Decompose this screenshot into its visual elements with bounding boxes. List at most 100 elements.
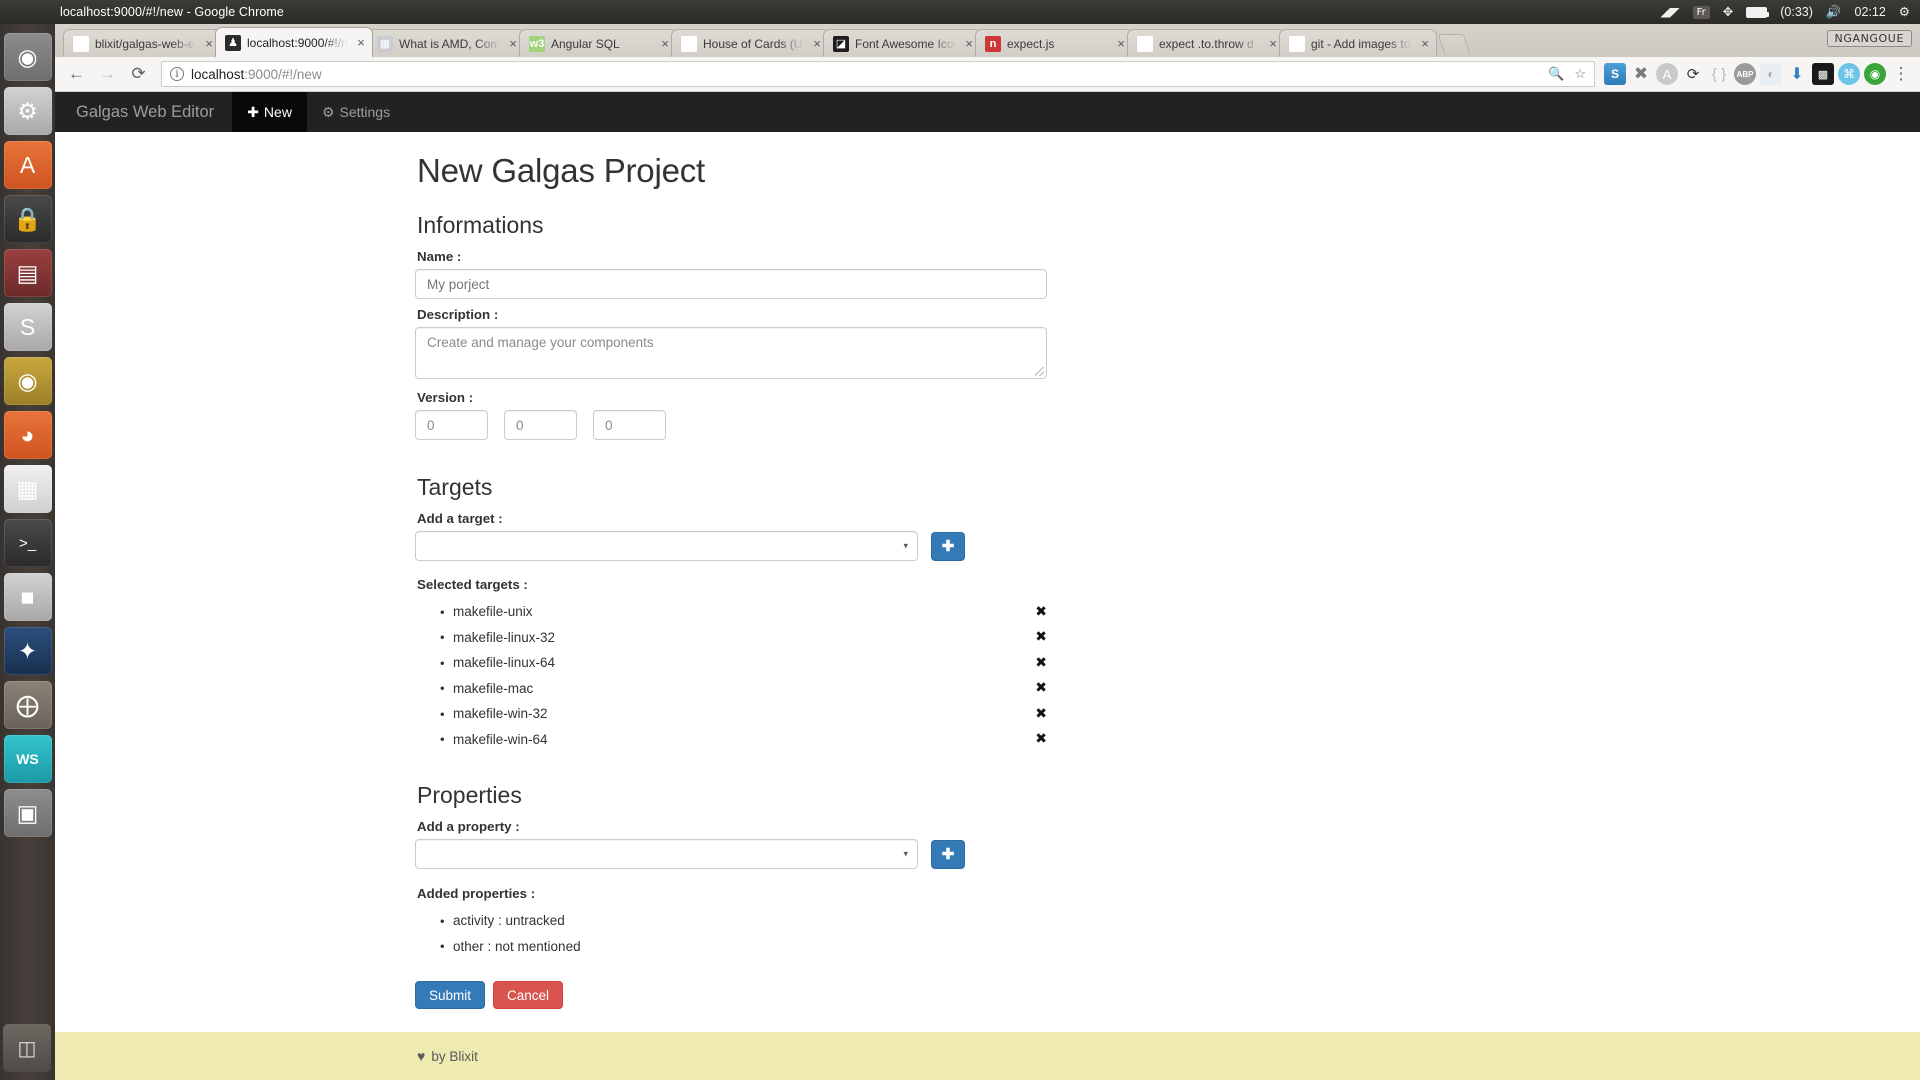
keyboard-layout-indicator[interactable]: Fr [1692,5,1710,19]
remove-target-icon[interactable]: ✖ [1035,706,1047,722]
stylish-extension-icon[interactable]: S [1604,63,1626,85]
gear-icon[interactable]: ⚙ [1899,6,1910,19]
version-patch-input[interactable]: 0 [593,410,666,440]
close-icon[interactable]: × [202,36,216,51]
remove-target-icon[interactable]: ✖ [1035,731,1047,747]
close-icon[interactable]: × [1266,36,1280,51]
browser-tab[interactable]: ◉ House of Cards (US × [671,29,829,57]
tab-title: expect .to.throw d [1159,36,1254,51]
ghostery-extension-icon[interactable]: ◐ [1760,63,1782,85]
clock-label[interactable]: 02:12 [1855,5,1886,19]
close-icon[interactable]: × [354,35,368,50]
address-bar[interactable]: i localhost:9000/#!/new 🔍 ☆ [161,61,1595,87]
octotree-extension-icon[interactable]: ◉ [1864,63,1886,85]
window-user-badge: NGANGOUE [1826,30,1912,47]
system-settings-icon[interactable]: ⚙ [3,87,52,135]
localhost-icon: ♟ [225,34,241,51]
name-label: Name : [417,249,462,264]
play-icon: ◉ [681,35,697,52]
firefox-icon[interactable]: ◕ [3,411,52,459]
browser-tab-active[interactable]: ♟ localhost:9000/#!/n × [215,27,373,57]
close-icon[interactable]: × [1418,36,1432,51]
footer-content: ♥ by Blixit [415,1048,1560,1064]
nav-item-new[interactable]: ✚ New [232,92,307,132]
reload-icon[interactable]: ⟳ [125,61,152,88]
add-property-button[interactable]: ✚ [931,839,965,869]
image-viewer-icon[interactable]: ▦ [3,465,52,513]
web-page: Galgas Web Editor ✚ New ⚙ Settings New G… [55,92,1920,1080]
refresh-extension-icon[interactable]: ⟳ [1682,63,1704,85]
desktop: localhost:9000/#!/new - Google Chrome ◢◤… [0,0,1920,1080]
clipboard-extension-icon[interactable]: ⌘ [1838,63,1860,85]
video-downloader-icon[interactable]: ▩ [1812,63,1834,85]
volume-icon[interactable]: 🔊 [1826,6,1842,19]
property-label: activity : untracked [453,913,565,929]
angular-batarang-icon[interactable]: A [1656,63,1678,85]
sublime-text-icon[interactable]: S [3,303,52,351]
new-tab-button[interactable] [1437,34,1471,54]
target-label: makefile-linux-32 [453,629,556,645]
forward-icon[interactable]: → [94,61,121,88]
wifi-icon[interactable]: ◢◤ [1660,6,1679,19]
target-select[interactable]: ▾ [415,531,918,561]
browser-tab[interactable]: ◪ Font Awesome Icon × [823,29,981,57]
browser-tab[interactable]: ▦ What is AMD, Com × [367,29,525,57]
close-icon[interactable]: × [810,36,824,51]
google-chrome-icon[interactable]: ◉ [3,357,52,405]
trash-icon[interactable]: ◫ [3,1024,51,1072]
virtualbox-icon[interactable]: ■ [3,573,52,621]
gimp-icon[interactable]: ⨁ [3,681,52,729]
tools-extension-icon[interactable]: ✖ [1630,63,1652,85]
remove-target-icon[interactable]: ✖ [1035,680,1047,696]
version-major-placeholder: 0 [427,417,435,433]
search-icon[interactable]: 🔍 [1548,66,1564,82]
remove-target-icon[interactable]: ✖ [1035,604,1047,620]
mysql-workbench-icon[interactable]: ✦ [3,627,52,675]
add-target-label: Add a target : [417,511,503,526]
cancel-button[interactable]: Cancel [493,981,564,1009]
lock-screen-icon[interactable]: 🔒 [3,195,52,243]
remove-target-icon[interactable]: ✖ [1035,629,1047,645]
footer-text: by Blixit [431,1048,478,1064]
adblock-plus-icon[interactable]: ABP [1734,63,1756,85]
property-select[interactable]: ▾ [415,839,918,869]
close-icon[interactable]: × [658,36,672,51]
bookmark-star-icon[interactable]: ☆ [1574,66,1586,82]
version-minor-input[interactable]: 0 [504,410,577,440]
chevron-down-icon: ▾ [903,540,908,551]
webstorm-icon[interactable]: WS [3,735,52,783]
description-textarea[interactable]: Create and manage your components [415,327,1047,379]
browser-tab[interactable]: ◑ blixit/galgas-web-e × [63,29,221,57]
add-property-row: ▾ ✚ [415,839,1560,869]
browser-tab[interactable]: n expect.js × [975,29,1133,57]
add-target-button[interactable]: ✚ [931,531,965,561]
add-target-row: ▾ ✚ [415,531,1560,561]
close-icon[interactable]: × [962,36,976,51]
section-title-targets: Targets [417,474,493,500]
back-icon[interactable]: ← [63,61,90,88]
submit-button[interactable]: Submit [415,981,486,1009]
nav-item-settings[interactable]: ⚙ Settings [307,92,405,132]
close-icon[interactable]: × [506,36,520,51]
ubuntu-software-icon[interactable]: A [3,141,52,189]
files-icon[interactable]: ▤ [3,249,52,297]
name-input[interactable] [415,269,1047,299]
download-extension-icon[interactable]: ⬇ [1786,63,1808,85]
json-formatter-icon[interactable]: { } [1708,63,1730,85]
version-major-input[interactable]: 0 [415,410,488,440]
app-brand[interactable]: Galgas Web Editor [55,92,232,132]
bluetooth-icon[interactable]: ✥ [1723,6,1733,19]
site-info-icon[interactable]: i [170,67,184,81]
browser-tab[interactable]: ◑ expect .to.throw d × [1127,29,1285,57]
terminal-icon[interactable]: >_ [3,519,52,567]
battery-icon[interactable] [1746,6,1770,18]
close-icon[interactable]: × [1114,36,1128,51]
remove-target-icon[interactable]: ✖ [1035,655,1047,671]
ubuntu-dash-icon[interactable]: ◉ [3,33,52,81]
target-label: makefile-win-64 [453,731,548,747]
browser-tab[interactable]: w3 Angular SQL × [519,29,677,57]
added-properties-list: activity : untracked other : not mention… [415,908,1560,959]
workspace-switcher-icon[interactable]: ▣ [3,789,52,837]
browser-tab[interactable]: ◑ git - Add images to × [1279,29,1437,57]
chrome-menu-icon[interactable]: ⋮ [1890,63,1912,85]
